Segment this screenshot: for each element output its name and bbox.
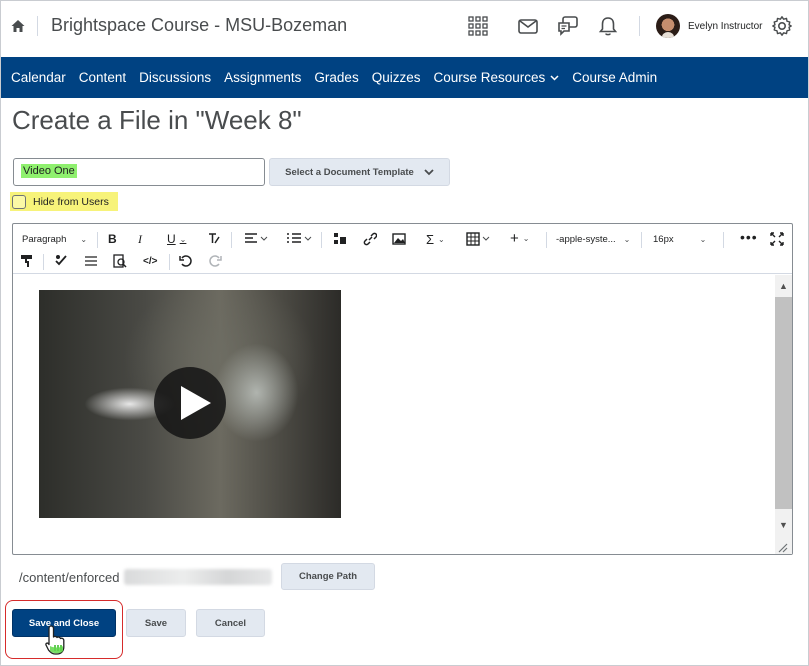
italic-icon[interactable]: I bbox=[138, 231, 142, 247]
video-embed[interactable] bbox=[39, 290, 341, 518]
page-title: Create a File in "Week 8" bbox=[12, 105, 302, 135]
nav-grades[interactable]: Grades bbox=[314, 70, 358, 85]
insert-plus-icon[interactable]: + ⌄ bbox=[510, 230, 529, 247]
insert-stuff-icon[interactable] bbox=[333, 231, 347, 247]
block-format-label: Paragraph bbox=[22, 233, 67, 245]
resize-handle-icon[interactable] bbox=[776, 541, 788, 553]
font-size-dropdown[interactable]: 16px ⌄ bbox=[653, 231, 706, 247]
select-template-label: Select a Document Template bbox=[285, 166, 414, 178]
list-icon[interactable] bbox=[286, 231, 314, 247]
course-navbar: Calendar Content Discussions Assignments… bbox=[1, 57, 808, 98]
nav-course-admin[interactable]: Course Admin bbox=[572, 70, 657, 85]
nav-quizzes[interactable]: Quizzes bbox=[372, 70, 421, 85]
chevron-down-icon: ⌄ bbox=[623, 234, 631, 244]
toolbar-divider bbox=[43, 254, 44, 270]
toolbar-divider bbox=[546, 232, 547, 248]
toolbar-divider bbox=[641, 232, 642, 248]
nav-assignments[interactable]: Assignments bbox=[224, 70, 301, 85]
cancel-button[interactable]: Cancel bbox=[196, 609, 265, 637]
course-title[interactable]: Brightspace Course - MSU-Bozeman bbox=[51, 15, 347, 36]
hide-from-users-row[interactable]: Hide from Users bbox=[10, 192, 118, 211]
gear-icon[interactable] bbox=[771, 15, 793, 37]
scroll-up-icon[interactable]: ▲ bbox=[778, 281, 789, 292]
hand-pointer-icon bbox=[45, 625, 65, 655]
mail-icon[interactable] bbox=[517, 15, 539, 37]
avatar[interactable] bbox=[656, 14, 680, 38]
waffle-grid-icon[interactable] bbox=[467, 15, 489, 37]
redacted-path bbox=[124, 569, 272, 585]
fullscreen-icon[interactable] bbox=[770, 231, 784, 247]
toolbar-divider bbox=[321, 232, 322, 248]
font-family-dropdown[interactable]: -apple-syste... ⌄ bbox=[556, 231, 630, 247]
html-editor[interactable]: Paragraph ⌄ B I U ⌄ Σ ⌄ + ⌄ -apple-syste… bbox=[12, 223, 793, 555]
file-name-value: Video One bbox=[21, 164, 77, 178]
block-format-dropdown[interactable]: Paragraph ⌄ bbox=[22, 231, 87, 247]
file-name-input[interactable]: Video One bbox=[13, 158, 265, 186]
bold-icon[interactable]: B bbox=[108, 231, 117, 247]
chevron-down-icon: ⌄ bbox=[80, 234, 88, 244]
image-icon[interactable] bbox=[392, 231, 406, 247]
underline-icon[interactable]: U ⌄ bbox=[167, 231, 186, 247]
nav-course-resources[interactable]: Course Resources bbox=[433, 70, 559, 85]
font-size-label: 16px bbox=[653, 233, 674, 245]
text-color-icon[interactable] bbox=[207, 231, 221, 247]
editor-scrollbar[interactable]: ▲ ▼ bbox=[775, 275, 792, 554]
nav-calendar[interactable]: Calendar bbox=[11, 70, 66, 85]
bell-icon[interactable] bbox=[597, 15, 619, 37]
chat-icon[interactable] bbox=[557, 15, 579, 37]
editor-toolbar: Paragraph ⌄ B I U ⌄ Σ ⌄ + ⌄ -apple-syste… bbox=[13, 224, 792, 274]
word-count-icon[interactable] bbox=[84, 253, 98, 269]
accessibility-check-icon[interactable] bbox=[54, 253, 68, 269]
more-actions-icon[interactable]: ••• bbox=[740, 229, 758, 245]
source-code-icon[interactable]: </> bbox=[143, 253, 157, 269]
preview-icon[interactable] bbox=[113, 253, 127, 269]
toolbar-divider bbox=[723, 232, 724, 248]
hide-from-users-checkbox[interactable] bbox=[12, 194, 26, 209]
toolbar-divider bbox=[97, 232, 98, 248]
link-icon[interactable] bbox=[363, 231, 377, 247]
toolbar-divider bbox=[231, 232, 232, 248]
header-divider bbox=[639, 16, 640, 36]
top-header: Brightspace Course - MSU-Bozeman Evelyn … bbox=[1, 1, 808, 57]
content-path: /content/enforced bbox=[19, 570, 120, 585]
play-icon[interactable] bbox=[154, 367, 226, 439]
chevron-down-icon bbox=[550, 74, 559, 81]
redo-icon[interactable] bbox=[208, 253, 222, 269]
save-button[interactable]: Save bbox=[126, 609, 186, 637]
change-path-button[interactable]: Change Path bbox=[281, 563, 375, 590]
undo-icon[interactable] bbox=[179, 253, 193, 269]
chevron-down-icon bbox=[424, 168, 434, 175]
home-icon[interactable] bbox=[10, 18, 26, 34]
scroll-thumb[interactable] bbox=[775, 297, 792, 509]
nav-course-resources-label: Course Resources bbox=[433, 70, 546, 85]
align-left-icon[interactable] bbox=[244, 231, 270, 247]
chevron-down-icon: ⌄ bbox=[699, 234, 707, 244]
equation-icon[interactable]: Σ ⌄ bbox=[426, 231, 445, 247]
table-icon[interactable] bbox=[466, 231, 492, 247]
scroll-down-icon[interactable]: ▼ bbox=[778, 520, 789, 531]
nav-discussions[interactable]: Discussions bbox=[139, 70, 211, 85]
select-template-button[interactable]: Select a Document Template bbox=[269, 158, 450, 186]
user-name[interactable]: Evelyn Instructor bbox=[688, 21, 762, 32]
toolbar-divider bbox=[169, 254, 170, 270]
hide-from-users-label[interactable]: Hide from Users bbox=[33, 196, 109, 208]
font-family-label: -apple-syste... bbox=[556, 233, 616, 245]
editor-content[interactable] bbox=[13, 275, 774, 554]
format-painter-icon[interactable] bbox=[20, 253, 34, 269]
nav-content[interactable]: Content bbox=[79, 70, 126, 85]
header-divider bbox=[37, 16, 38, 36]
